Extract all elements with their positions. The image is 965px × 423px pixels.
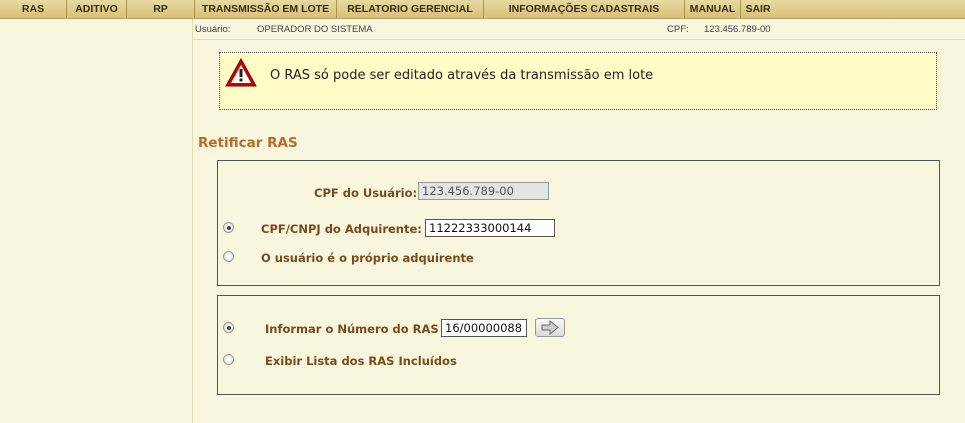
menu-rp[interactable]: RP [127, 0, 195, 18]
adquirente-label: CPF/CNPJ do Adquirente: [261, 222, 422, 236]
cpf-usuario-field: 123.456.789-00 [418, 182, 549, 200]
menu-informacoes-cadastrais[interactable]: INFORMAÇÕES CADASTRAIS [484, 0, 685, 18]
lista-ras-radio[interactable] [223, 354, 234, 365]
user-name: OPERADOR DO SISTEMA [257, 24, 373, 35]
page-title: Retificar RAS [198, 135, 298, 151]
go-button[interactable] [535, 318, 565, 337]
menu-manual[interactable]: MANUAL [685, 0, 741, 18]
cpf-value: 123.456.789-00 [704, 24, 771, 35]
proprio-adquirente-radio[interactable] [223, 251, 234, 262]
cpf-usuario-label: CPF do Usuário: [314, 186, 418, 200]
menu-sair[interactable]: SAIR [741, 0, 775, 18]
numero-ras-radio[interactable] [223, 322, 234, 333]
adquirente-radio[interactable] [223, 222, 234, 233]
left-sidebar [0, 19, 193, 423]
lista-ras-label: Exibir Lista dos RAS Incluídos [265, 354, 457, 368]
numero-ras-input[interactable]: 16/00000088 [441, 319, 527, 337]
cpf-label: CPF: [667, 24, 689, 35]
warning-text: O RAS só pode ser editado através da tra… [270, 68, 654, 83]
top-menu: RAS ADITIVO RP TRANSMISSÃO EM LOTE RELAT… [0, 0, 965, 19]
proprio-adquirente-label: O usuário é o próprio adquirente [261, 251, 474, 265]
menu-aditivo[interactable]: ADITIVO [67, 0, 127, 18]
arrow-right-icon [541, 319, 559, 336]
warning-message-box: O RAS só pode ser editado através da tra… [219, 52, 937, 110]
warning-triangle-icon [225, 58, 257, 87]
user-label: Usuário: [195, 24, 231, 35]
menu-transmissao-em-lote[interactable]: TRANSMISSÃO EM LOTE [195, 0, 337, 18]
menu-ras[interactable]: RAS [0, 0, 67, 18]
menu-relatorio-gerencial[interactable]: RELATORIO GERENCIAL [337, 0, 484, 18]
user-info-bar: Usuário: OPERADOR DO SISTEMA CPF: 123.45… [193, 19, 965, 40]
numero-ras-label: Informar o Número do RAS [265, 322, 439, 336]
adquirente-input[interactable]: 11222333000144 [425, 219, 555, 237]
numero-ras-panel [217, 295, 940, 395]
